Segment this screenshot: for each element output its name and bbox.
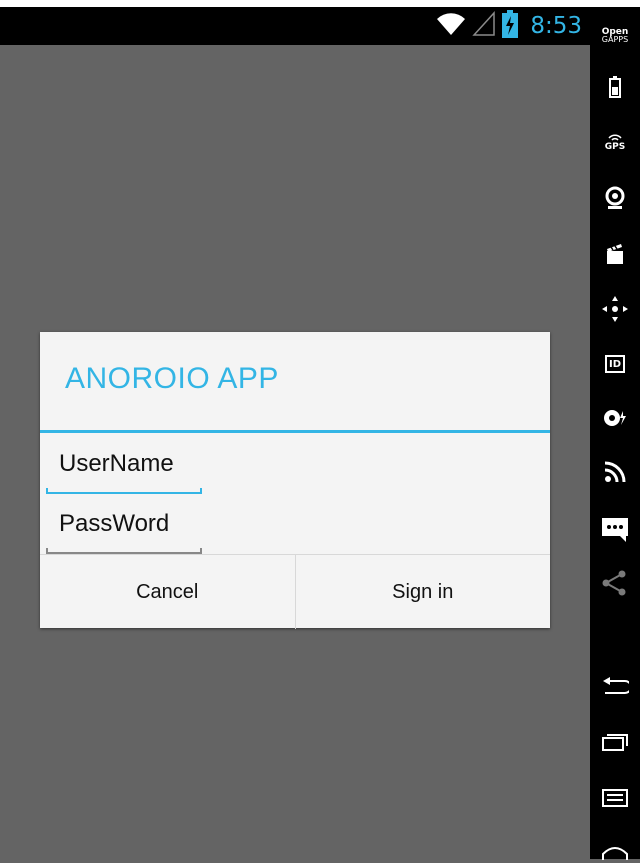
login-dialog: ANOROIO APP UserName PassWord Cancel Sig… — [40, 332, 550, 629]
cell-signal-icon — [472, 11, 496, 41]
camera-icon[interactable] — [590, 185, 640, 211]
id-icon[interactable]: ID — [590, 351, 640, 377]
gps-label: GPS — [604, 142, 626, 152]
wifi-icon — [436, 11, 466, 41]
emulator-sidebar: Open GAPPS GPS ID — [590, 7, 640, 860]
gps-icon[interactable]: GPS — [590, 131, 640, 155]
sms-icon[interactable] — [590, 515, 640, 543]
home-icon[interactable] — [590, 843, 640, 863]
recent-apps-icon[interactable] — [590, 731, 640, 753]
dialog-title: ANOROIO APP — [65, 362, 279, 395]
open-gapps-logo[interactable]: Open GAPPS — [590, 25, 640, 47]
username-underline — [46, 488, 202, 494]
cast-icon[interactable] — [590, 459, 640, 485]
password-text: PassWord — [59, 510, 170, 537]
battery-icon[interactable] — [590, 75, 640, 99]
status-bar: 8:53 — [0, 7, 590, 45]
gapps-label: GAPPS — [601, 35, 629, 44]
remote-control-icon[interactable] — [590, 405, 640, 431]
top-strip — [0, 0, 640, 7]
dpad-icon[interactable] — [590, 295, 640, 323]
id-label: ID — [608, 358, 622, 370]
title-divider — [40, 430, 550, 433]
media-icon[interactable] — [590, 241, 640, 267]
clock: 8:53 — [530, 13, 582, 39]
username-text: UserName — [59, 450, 174, 477]
username-field[interactable]: UserName — [46, 450, 202, 494]
share-icon[interactable] — [590, 569, 640, 597]
back-icon[interactable] — [590, 675, 640, 699]
dialog-button-bar: Cancel Sign in — [40, 554, 550, 629]
sign-in-button[interactable]: Sign in — [294, 555, 551, 629]
password-field[interactable]: PassWord — [46, 510, 202, 554]
menu-icon[interactable] — [590, 787, 640, 809]
battery-charging-icon — [502, 10, 519, 42]
cancel-button[interactable]: Cancel — [40, 555, 295, 629]
